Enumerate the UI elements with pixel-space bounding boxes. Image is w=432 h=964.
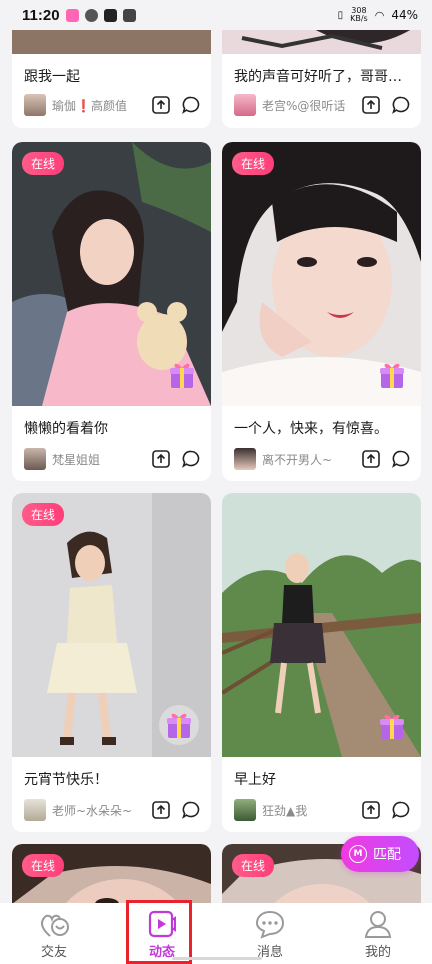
share-icon[interactable]: [361, 449, 381, 469]
highlight-box: [126, 900, 192, 964]
online-badge: 在线: [22, 854, 65, 877]
share-icon[interactable]: [361, 95, 381, 115]
online-badge: 在线: [232, 152, 275, 175]
browser-notification-icon: [84, 8, 98, 22]
message-notification-icon: [122, 8, 136, 22]
post-card[interactable]: 在线 一个人，快来，有惊喜。 离不开男人~: [222, 142, 421, 481]
network-speed: 308 KB/s: [350, 6, 368, 23]
post-meta: 狂劲▲我: [234, 799, 411, 821]
post-card[interactable]: 早上好 狂劲▲我: [222, 493, 421, 832]
avatar[interactable]: [234, 799, 256, 821]
post-title: 懒懒的看着你: [24, 421, 108, 437]
post-title: 一个人，快来，有惊喜。: [234, 421, 388, 437]
app-notification-icon: [65, 8, 79, 22]
avatar[interactable]: [234, 94, 256, 116]
author-name[interactable]: 狂劲▲我: [262, 802, 351, 819]
online-badge: 在线: [22, 152, 65, 175]
post-feed[interactable]: 跟我一起 瑜伽❗高颜值 我的声音可好听了，哥哥要… 老宫%@很听话 在线 懒懒的…: [0, 0, 432, 903]
status-bar: 11:20 ▯ 308 KB/s ◠ 44%: [0, 0, 432, 30]
post-card[interactable]: 在线: [12, 844, 211, 903]
tab-profile[interactable]: 我的: [324, 903, 432, 964]
share-icon[interactable]: [151, 449, 171, 469]
gift-icon[interactable]: [165, 358, 199, 392]
avatar[interactable]: [24, 94, 46, 116]
post-meta: 瑜伽❗高颜值: [24, 94, 201, 116]
avatar[interactable]: [24, 448, 46, 470]
tab-label: 我的: [364, 945, 391, 960]
bottom-tab-bar: 交友 动态 消息 我的: [0, 903, 432, 964]
post-card[interactable]: 在线 元宵节快乐！ 老师~水朵朵~: [12, 493, 211, 832]
tiktok-icon: [103, 8, 117, 22]
comment-icon[interactable]: [181, 449, 201, 469]
post-meta: 老师~水朵朵~: [24, 799, 201, 821]
post-title: 跟我一起: [24, 69, 80, 85]
avatar[interactable]: [24, 799, 46, 821]
author-name[interactable]: 离不开男人~: [262, 451, 351, 468]
post-image[interactable]: 在线: [12, 142, 211, 406]
post-image[interactable]: 在线: [222, 142, 421, 406]
post-image[interactable]: 在线: [12, 844, 211, 903]
tab-friends[interactable]: 交友: [0, 903, 108, 964]
match-icon: M: [349, 845, 367, 863]
post-meta: 离不开男人~: [234, 448, 411, 470]
post-image[interactable]: 在线: [12, 493, 211, 757]
gift-icon[interactable]: [375, 709, 409, 743]
post-title: 早上好: [234, 772, 276, 788]
match-button[interactable]: M 匹配: [341, 836, 419, 872]
share-icon[interactable]: [151, 95, 171, 115]
home-indicator[interactable]: [172, 957, 262, 960]
gift-icon[interactable]: [375, 358, 409, 392]
share-icon[interactable]: [151, 800, 171, 820]
status-time: 11:20: [22, 6, 60, 24]
tab-messages[interactable]: 消息: [216, 903, 324, 964]
vibrate-icon: ▯: [337, 9, 344, 21]
comment-icon[interactable]: [181, 95, 201, 115]
avatar[interactable]: [234, 448, 256, 470]
post-title: 元宵节快乐！: [24, 772, 108, 788]
tab-label: 交友: [40, 945, 67, 960]
gift-icon[interactable]: [159, 705, 199, 745]
profile-icon: [364, 911, 392, 938]
post-meta: 梵星姐姐: [24, 448, 201, 470]
author-name[interactable]: 老师~水朵朵~: [52, 802, 141, 819]
post-card[interactable]: 在线 懒懒的看着你 梵星姐姐: [12, 142, 211, 481]
online-badge: 在线: [22, 503, 65, 526]
match-label: 匹配: [373, 847, 401, 863]
friends-icon: [41, 914, 69, 937]
post-title: 我的声音可好听了，哥哥要…: [234, 69, 414, 85]
online-badge: 在线: [232, 854, 275, 877]
post-image[interactable]: [222, 493, 421, 757]
post-meta: 老宫%@很听话: [234, 94, 411, 116]
author-name[interactable]: 梵星姐姐: [52, 451, 141, 468]
share-icon[interactable]: [361, 800, 381, 820]
comment-icon[interactable]: [181, 800, 201, 820]
author-name[interactable]: 老宫%@很听话: [262, 97, 351, 114]
comment-icon[interactable]: [391, 95, 411, 115]
chat-icon: [255, 910, 285, 939]
battery-level: 44%: [391, 8, 418, 22]
wifi-icon: ◠: [374, 8, 385, 22]
comment-icon[interactable]: [391, 449, 411, 469]
comment-icon[interactable]: [391, 800, 411, 820]
author-name[interactable]: 瑜伽❗高颜值: [52, 97, 141, 114]
